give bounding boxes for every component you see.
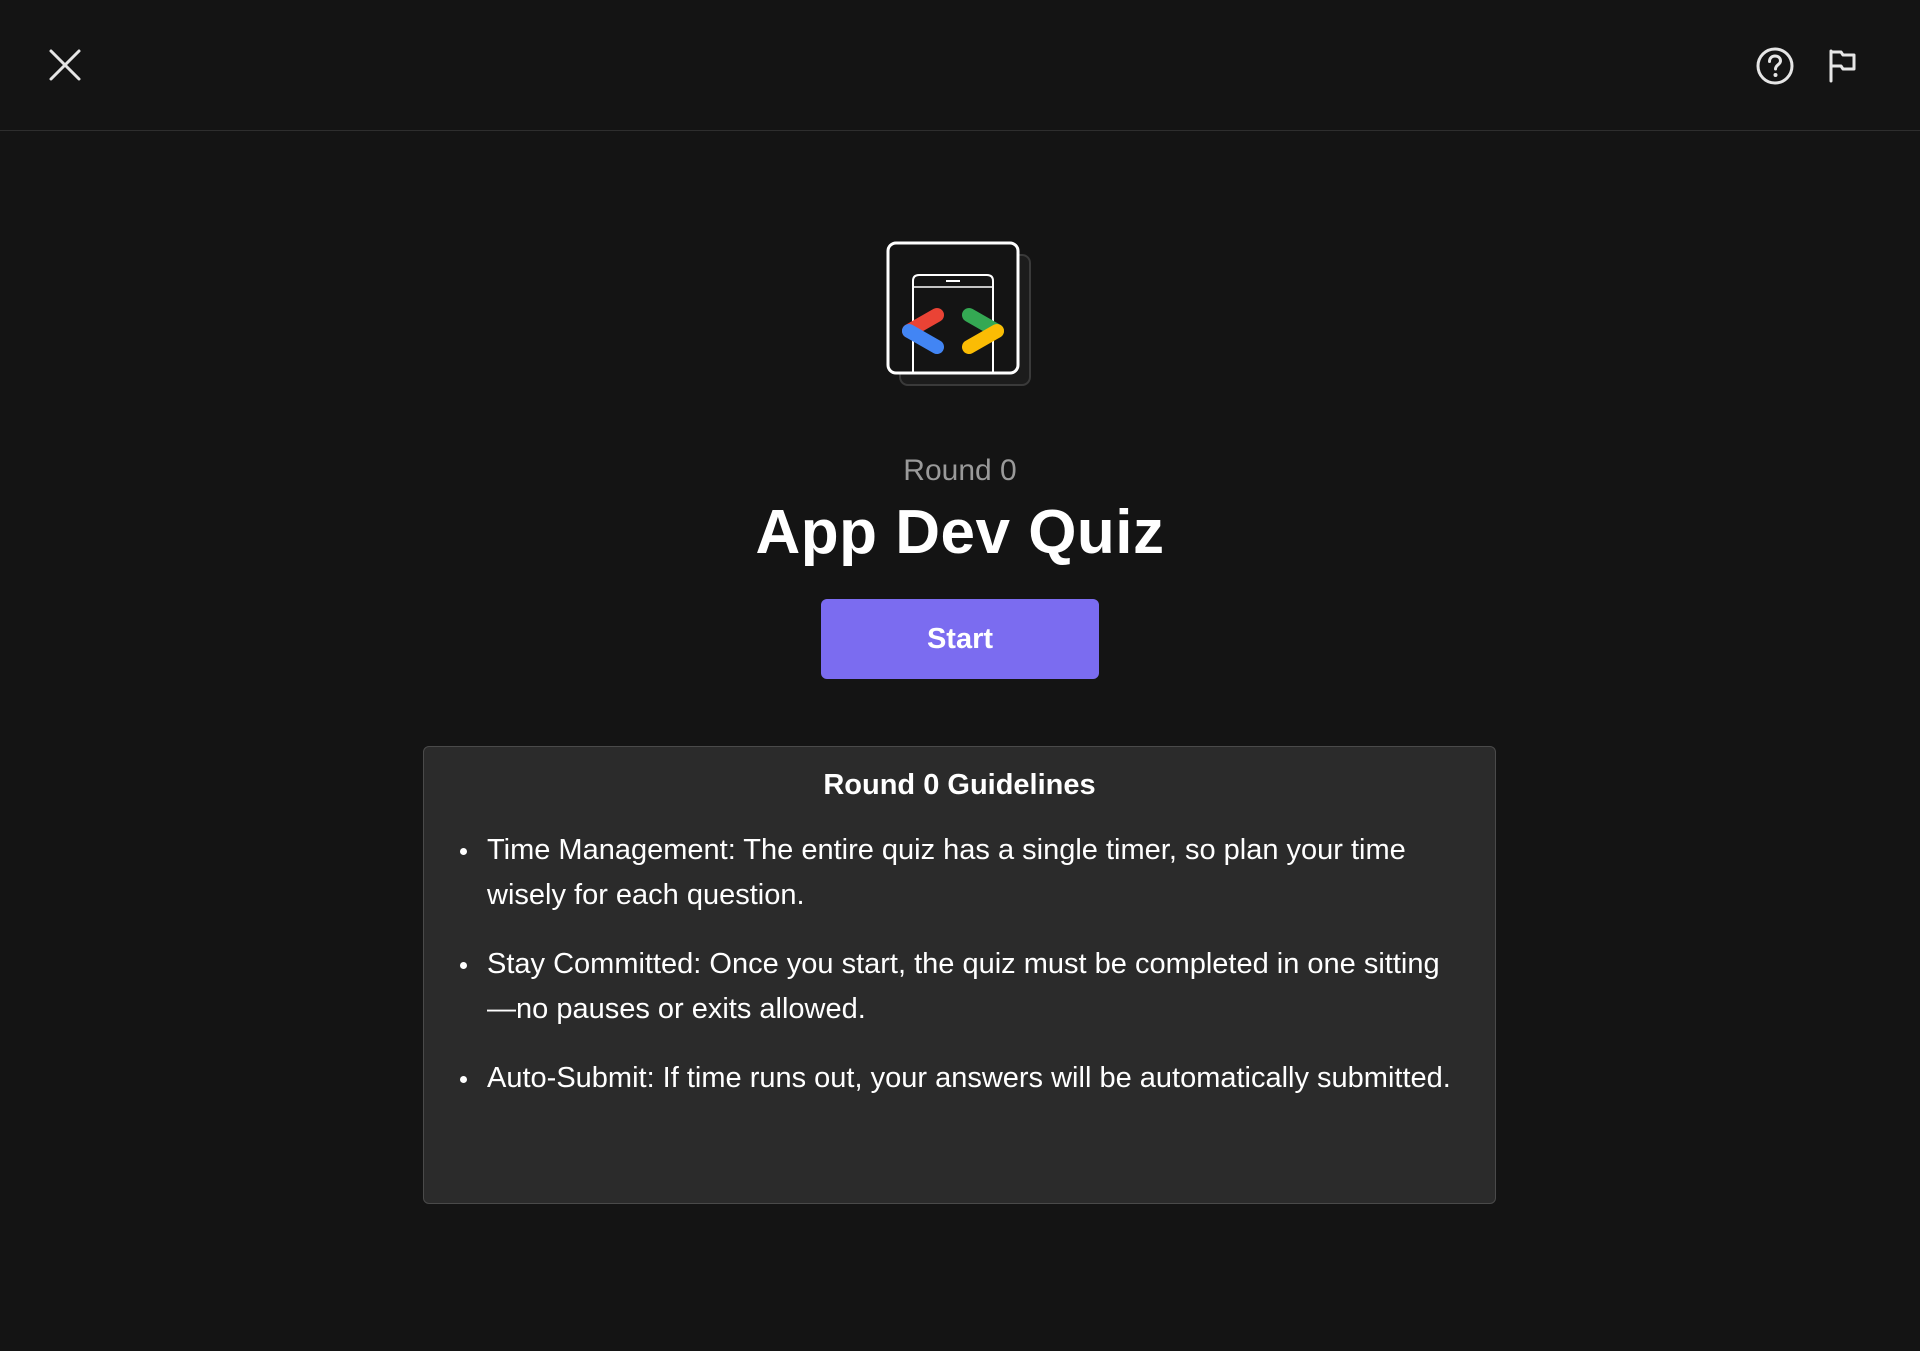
top-bar xyxy=(0,0,1920,131)
quiz-intro: Round 0 App Dev Quiz Start Round 0 Guide… xyxy=(0,131,1920,1351)
guidelines-list: Time Management: The entire quiz has a s… xyxy=(424,828,1495,1101)
report-flag-button[interactable] xyxy=(1818,41,1868,91)
close-icon xyxy=(49,49,81,81)
flag-icon xyxy=(1829,49,1856,83)
guidelines-panel: Round 0 Guidelines Time Management: The … xyxy=(423,746,1496,1204)
start-button[interactable]: Start xyxy=(821,599,1099,679)
help-button[interactable] xyxy=(1750,41,1800,91)
help-circle-icon xyxy=(1756,47,1794,85)
guideline-item: Time Management: The entire quiz has a s… xyxy=(460,828,1455,918)
guideline-item: Stay Committed: Once you start, the quiz… xyxy=(460,942,1455,1032)
close-button[interactable] xyxy=(40,40,90,90)
app-dev-logo-icon xyxy=(885,241,1035,391)
guidelines-title: Round 0 Guidelines xyxy=(823,769,1096,801)
quiz-title: App Dev Quiz xyxy=(755,498,1165,567)
guideline-item: Auto-Submit: If time runs out, your answ… xyxy=(460,1056,1455,1101)
round-label: Round 0 xyxy=(903,454,1017,487)
